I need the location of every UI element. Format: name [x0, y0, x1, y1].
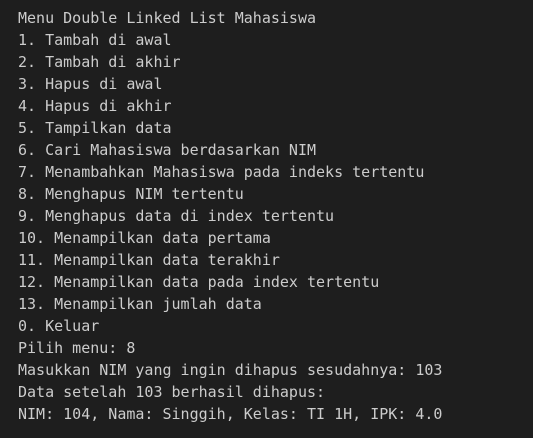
menu-item-keluar: 0. Keluar [18, 317, 100, 335]
menu-item-data-terakhir: 11. Menampilkan data terakhir [18, 251, 280, 269]
menu-item-tambah-awal: 1. Tambah di awal [18, 31, 172, 49]
menu-item-tambah-indeks: 7. Menambahkan Mahasiswa pada indeks ter… [18, 163, 425, 181]
menu-item-hapus-awal: 3. Hapus di awal [18, 75, 163, 93]
menu-item-cari-nim: 6. Cari Mahasiswa berdasarkan NIM [18, 141, 317, 159]
menu-item-jumlah-data: 13. Menampilkan jumlah data [18, 295, 262, 313]
menu-item-data-pertama: 10. Menampilkan data pertama [18, 229, 271, 247]
result-row: NIM: 104, Nama: Singgih, Kelas: TI 1H, I… [18, 405, 443, 423]
menu-choice-prompt: Pilih menu: 8 [18, 339, 136, 357]
menu-item-hapus-index: 9. Menghapus data di index tertentu [18, 207, 335, 225]
menu-title: Menu Double Linked List Mahasiswa [18, 9, 317, 27]
menu-item-tambah-akhir: 2. Tambah di akhir [18, 53, 181, 71]
menu-item-hapus-nim: 8. Menghapus NIM tertentu [18, 185, 244, 203]
terminal-output: Menu Double Linked List Mahasiswa 1. Tam… [0, 0, 533, 438]
result-header: Data setelah 103 berhasil dihapus: [18, 383, 326, 401]
menu-item-tampilkan-data: 5. Tampilkan data [18, 119, 172, 137]
menu-item-data-index: 12. Menampilkan data pada index tertentu [18, 273, 380, 291]
menu-item-hapus-akhir: 4. Hapus di akhir [18, 97, 172, 115]
nim-input-prompt: Masukkan NIM yang ingin dihapus sesudahn… [18, 361, 443, 379]
